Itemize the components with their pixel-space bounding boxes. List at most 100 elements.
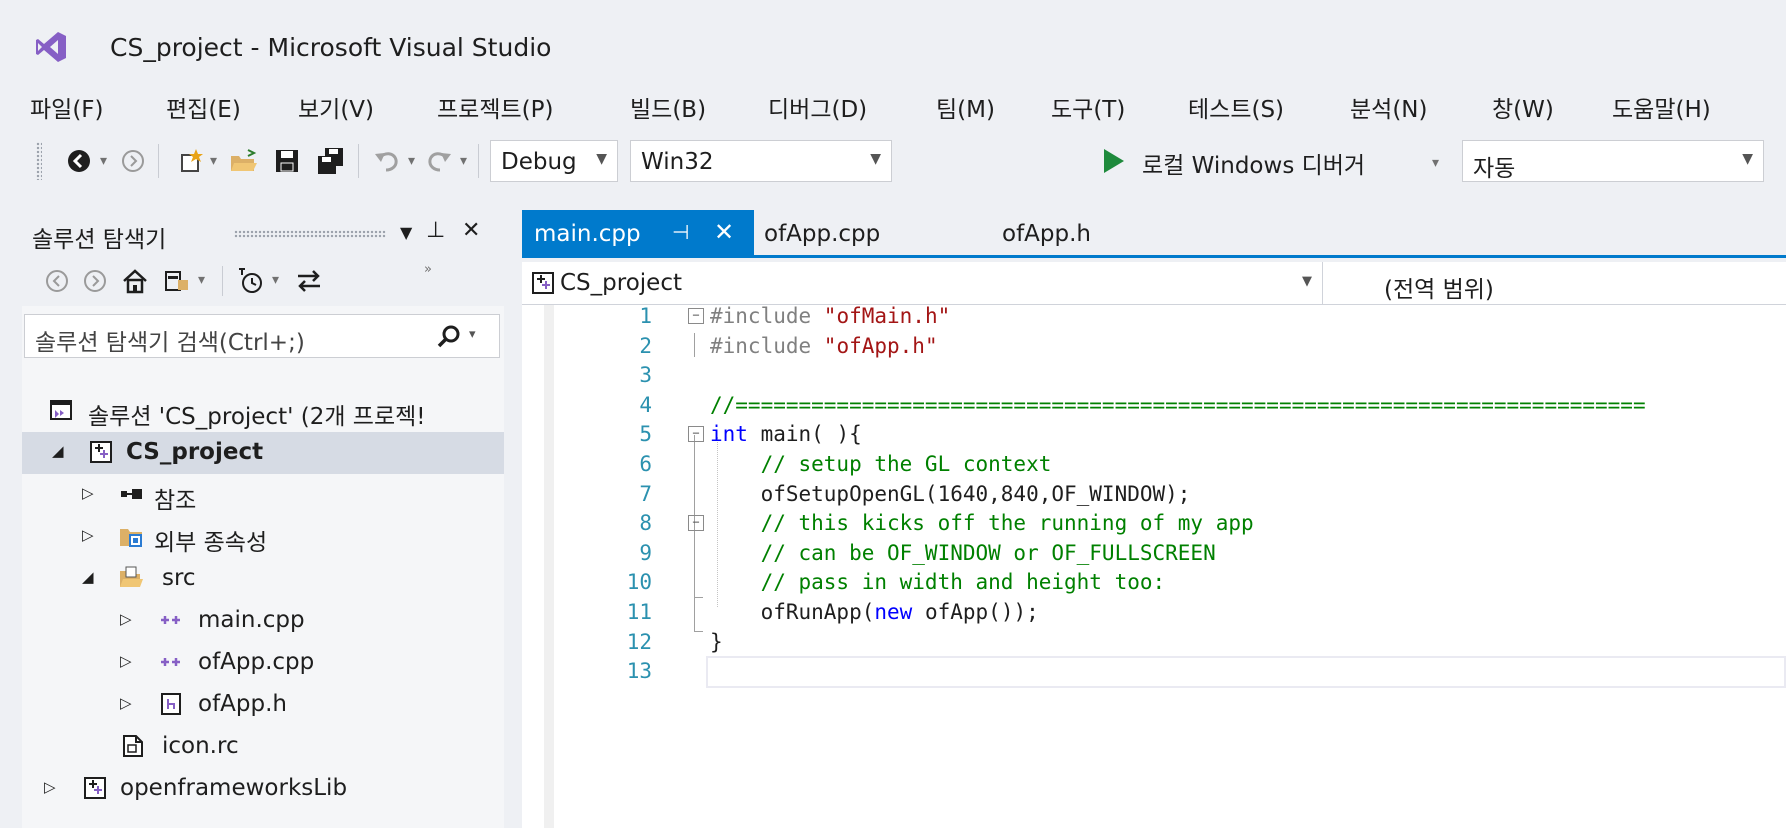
- code-token: ofApp());: [912, 600, 1039, 624]
- toolbar-grip[interactable]: [36, 142, 42, 180]
- chevron-down-icon: ▼: [1742, 151, 1753, 167]
- navigate-back-icon[interactable]: [64, 146, 94, 176]
- menu-help[interactable]: 도움말(H): [1612, 90, 1711, 124]
- tree-item-references[interactable]: ▷ 참조: [22, 474, 504, 516]
- code-text: // setup the GL context: [710, 452, 1052, 476]
- start-debugging-icon[interactable]: [1104, 149, 1124, 173]
- tab-ofapp-cpp[interactable]: ofApp.cpp: [754, 210, 954, 255]
- navigate-forward-icon[interactable]: [118, 146, 148, 176]
- code-text: ofRunApp(new ofApp());: [710, 600, 1039, 624]
- collapse-region-icon[interactable]: −: [688, 515, 704, 532]
- cpp-project-icon: [532, 272, 554, 294]
- tree-item-label: icon.rc: [162, 733, 239, 759]
- tree-item-openframeworkslib[interactable]: ▷ openframeworksLib: [22, 768, 504, 810]
- tree-item-icon-rc[interactable]: icon.rc: [22, 726, 504, 768]
- collapsed-arrow-icon[interactable]: ▷: [120, 694, 132, 712]
- tree-item-cs-project[interactable]: ◢ CS_project: [22, 432, 504, 474]
- search-options-dropdown-icon[interactable]: ▾: [469, 327, 476, 342]
- configuration-value: Debug: [501, 149, 577, 175]
- home-icon[interactable]: [120, 266, 150, 296]
- expanded-arrow-icon[interactable]: ◢: [52, 442, 64, 460]
- code-line[interactable]: 13: [522, 654, 1786, 688]
- panel-splitter[interactable]: [504, 210, 522, 828]
- tree-item-main-cpp[interactable]: ▷ main.cpp: [22, 600, 504, 642]
- cpp-project-icon: [84, 777, 106, 799]
- code-text: }: [710, 630, 723, 654]
- tab-main-cpp[interactable]: main.cpp ⊣ ✕: [522, 210, 754, 255]
- code-text: // can be OF_WINDOW or OF_FULLSCREEN: [710, 541, 1216, 565]
- solution-configuration-dropdown[interactable]: Debug ▼: [490, 140, 618, 182]
- switch-views-dropdown-icon[interactable]: ▾: [198, 272, 205, 288]
- solution-platform-dropdown[interactable]: Win32 ▼: [630, 140, 892, 182]
- collapse-region-icon[interactable]: −: [688, 308, 704, 324]
- pending-changes-filter-icon[interactable]: [236, 266, 266, 296]
- back-dropdown-icon[interactable]: ▾: [100, 146, 107, 176]
- collapsed-arrow-icon[interactable]: ▷: [120, 610, 132, 628]
- menu-file[interactable]: 파일(F): [30, 90, 104, 124]
- undo-dropdown-icon[interactable]: ▾: [408, 146, 415, 176]
- menu-build[interactable]: 빌드(B): [630, 90, 706, 124]
- menu-tools[interactable]: 도구(T): [1051, 90, 1125, 124]
- menu-window[interactable]: 창(W): [1492, 90, 1554, 124]
- code-token: // can be OF_WINDOW or OF_FULLSCREEN: [710, 540, 1216, 565]
- pin-icon[interactable]: ⊥: [426, 218, 445, 243]
- collapsed-arrow-icon[interactable]: ▷: [44, 778, 56, 796]
- tab-ofapp-h[interactable]: ofApp.h: [992, 210, 1152, 255]
- solution-explorer-search-input[interactable]: 솔루션 탐색기 검색(Ctrl+;) ▾: [24, 314, 500, 358]
- undo-icon[interactable]: [372, 146, 402, 176]
- solution-explorer-title: 솔루션 탐색기: [32, 227, 167, 253]
- code-token: "ofApp.h": [823, 333, 938, 358]
- tree-item-src-folder[interactable]: ◢ src: [22, 558, 504, 600]
- tree-item-external-dependencies[interactable]: ▷ 외부 종속성: [22, 516, 504, 558]
- code-editor[interactable]: 1− #include "ofMain.h" 2 #include "ofApp.h"…: [522, 304, 1786, 828]
- collapsed-arrow-icon[interactable]: ▷: [120, 652, 132, 670]
- folder-open-icon: [120, 566, 143, 587]
- open-file-icon[interactable]: [228, 146, 258, 176]
- switch-views-icon[interactable]: [162, 266, 192, 296]
- chevron-down-icon: ▼: [596, 151, 607, 167]
- external-dependencies-icon: [120, 529, 142, 547]
- start-debugger-button[interactable]: 로컬 Windows 디버거: [1142, 146, 1365, 180]
- code-token: //======================================…: [710, 392, 1646, 417]
- redo-icon[interactable]: [424, 146, 454, 176]
- menu-edit[interactable]: 편집(E): [166, 90, 241, 124]
- collapse-region-icon[interactable]: −: [688, 426, 704, 443]
- tree-item-ofapp-h[interactable]: ▷ ofApp.h: [22, 684, 504, 726]
- launch-mode-dropdown[interactable]: 자동 ▼: [1462, 140, 1764, 182]
- scope-dropdown[interactable]: (전역 범위): [1324, 262, 1786, 304]
- menu-view[interactable]: 보기(V): [298, 90, 374, 124]
- collapsed-arrow-icon[interactable]: ▷: [82, 484, 94, 502]
- filter-dropdown-icon[interactable]: ▾: [272, 272, 279, 288]
- sync-with-active-document-icon[interactable]: [294, 266, 324, 296]
- menu-project[interactable]: 프로젝트(P): [437, 90, 553, 124]
- debugger-dropdown-icon[interactable]: ▾: [1432, 148, 1439, 178]
- menu-team[interactable]: 팀(M): [936, 90, 995, 124]
- close-icon[interactable]: ✕: [462, 218, 480, 243]
- new-dropdown-icon[interactable]: ▾: [210, 146, 217, 176]
- menu-analyze[interactable]: 분석(N): [1350, 90, 1427, 124]
- menu-debug[interactable]: 디버그(D): [768, 90, 867, 124]
- forward-icon[interactable]: [82, 268, 108, 294]
- panel-grip[interactable]: [234, 230, 386, 238]
- references-icon: [121, 489, 142, 499]
- menu-test[interactable]: 테스트(S): [1188, 90, 1284, 124]
- save-all-icon[interactable]: [316, 146, 346, 176]
- toolbar-overflow-icon[interactable]: »: [424, 262, 432, 277]
- collapsed-arrow-icon[interactable]: ▷: [82, 526, 94, 544]
- document-tab-well: main.cpp ⊣ ✕ ofApp.cpp ofApp.h: [522, 210, 1786, 258]
- redo-dropdown-icon[interactable]: ▾: [460, 146, 467, 176]
- header-file-icon: [161, 693, 181, 715]
- code-token: "ofMain.h": [823, 304, 951, 328]
- expanded-arrow-icon[interactable]: ◢: [82, 568, 94, 586]
- back-icon[interactable]: [44, 268, 70, 294]
- window-position-icon[interactable]: ▼: [400, 223, 412, 242]
- search-icon[interactable]: [435, 323, 463, 351]
- solution-explorer-header: 솔루션 탐색기 ▼ ⊥ ✕: [22, 210, 504, 256]
- tree-item-solution[interactable]: 솔루션 'CS_project' (2개 프로젝!: [22, 390, 504, 432]
- tree-item-ofapp-cpp[interactable]: ▷ ofApp.cpp: [22, 642, 504, 684]
- close-tab-icon[interactable]: ✕: [714, 218, 734, 246]
- pin-tab-icon[interactable]: ⊣: [672, 220, 689, 244]
- new-project-icon[interactable]: [176, 146, 206, 176]
- save-icon[interactable]: [272, 146, 302, 176]
- project-dropdown[interactable]: CS_project ▼: [522, 262, 1323, 304]
